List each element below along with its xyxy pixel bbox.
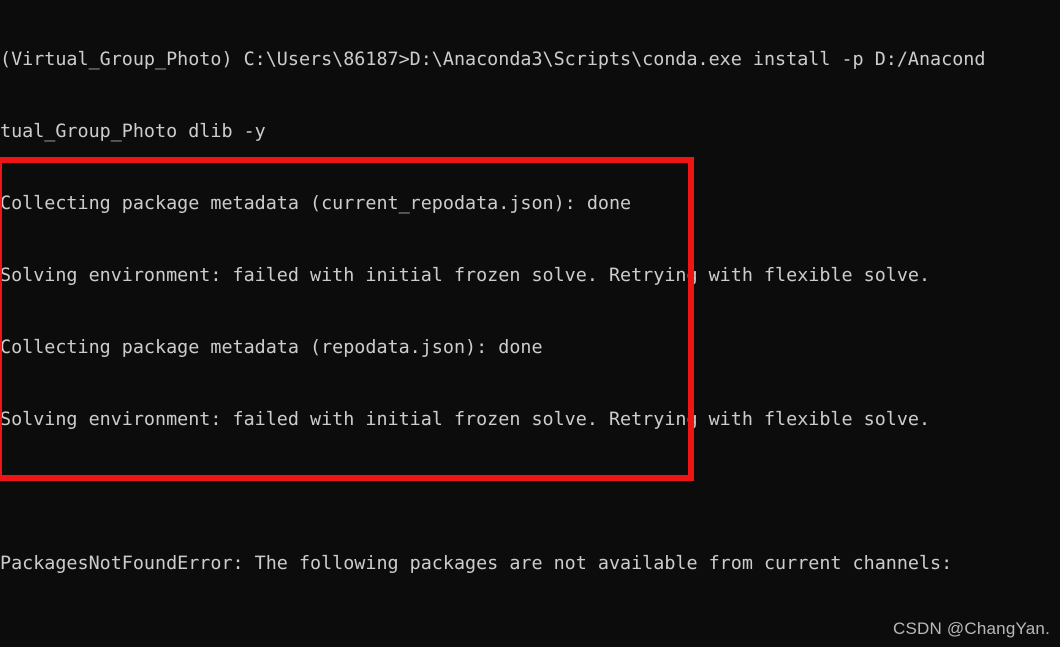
console-line: tual_Group_Photo dlib -y bbox=[0, 121, 266, 142]
console-line: (Virtual_Group_Photo) C:\Users\86187>D:\… bbox=[0, 49, 986, 70]
console-line: Solving environment: failed with initial… bbox=[0, 409, 931, 430]
watermark: CSDN @ChangYan. bbox=[893, 619, 1050, 638]
console-line: Solving environment: failed with initial… bbox=[0, 265, 931, 286]
console-line-error-header: PackagesNotFoundError: The following pac… bbox=[0, 553, 953, 574]
console-output: (Virtual_Group_Photo) C:\Users\86187>D:\… bbox=[0, 0, 1060, 647]
console-line: Collecting package metadata (current_rep… bbox=[0, 193, 632, 214]
terminal-window[interactable]: (Virtual_Group_Photo) C:\Users\86187>D:\… bbox=[0, 0, 1060, 647]
console-line: Collecting package metadata (repodata.js… bbox=[0, 337, 543, 358]
